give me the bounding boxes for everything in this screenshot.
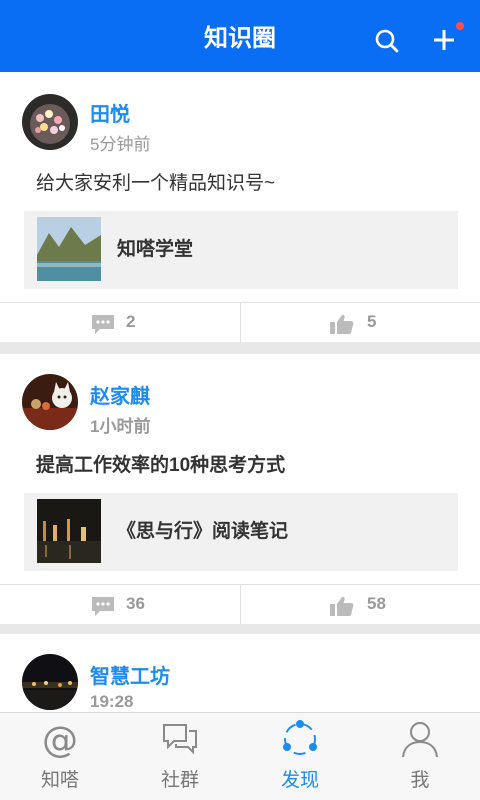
feed-list: 田悦 5分钟前 给大家安利一个精品知识号~ 知嗒学堂 2 5 赵家麒 1小时前 … (0, 72, 480, 712)
avatar[interactable] (22, 374, 78, 430)
shared-title: 知嗒学堂 (117, 239, 194, 260)
tab-label: 发现 (280, 770, 319, 791)
person-icon (402, 722, 438, 758)
like-count: 5 (367, 312, 377, 331)
thumbnail-image (37, 217, 101, 281)
at-icon: @ (42, 720, 78, 759)
post-card[interactable]: 田悦 5分钟前 给大家安利一个精品知识号~ 知嗒学堂 2 5 (0, 72, 480, 343)
shared-title: 《思与行》阅读笔记 (117, 521, 289, 542)
tab-discover[interactable]: 发现 (240, 713, 360, 800)
tab-me[interactable]: 我 (360, 713, 480, 800)
post-actions: 36 58 (0, 584, 480, 625)
chat-bubbles-icon (163, 724, 197, 755)
avatar[interactable] (22, 94, 78, 150)
post-card[interactable]: 智慧工坊 19:28 (0, 634, 480, 712)
page-title: 知识圈 (204, 25, 276, 52)
comment-button[interactable]: 2 (0, 303, 239, 343)
shared-item[interactable]: 《思与行》阅读笔记 (24, 493, 458, 571)
post-text: 提高工作效率的10种思考方式 (36, 455, 286, 476)
thumbs-up-icon (330, 596, 354, 616)
username[interactable]: 智慧工坊 (90, 660, 170, 689)
post-card[interactable]: 赵家麒 1小时前 提高工作效率的10种思考方式 《思与行》阅读笔记 36 58 (0, 354, 480, 625)
username[interactable]: 赵家麒 (90, 380, 150, 409)
comment-count: 2 (126, 312, 136, 331)
bottom-tab-bar: @ 知嗒 社群 发现 我 (0, 712, 480, 800)
comment-icon (92, 597, 114, 616)
shared-item[interactable]: 知嗒学堂 (24, 211, 458, 289)
tab-label: 社群 (160, 770, 199, 791)
comment-icon (92, 315, 114, 334)
thumbs-up-icon (330, 314, 354, 334)
post-actions: 2 5 (0, 302, 480, 343)
like-button[interactable]: 58 (240, 585, 479, 625)
tab-community[interactable]: 社群 (120, 713, 240, 800)
comment-count: 36 (126, 594, 145, 613)
tab-label: 我 (410, 770, 430, 791)
username[interactable]: 田悦 (90, 98, 130, 127)
post-time: 1小时前 (90, 417, 151, 436)
like-count: 58 (367, 594, 386, 613)
svg-text:@: @ (42, 720, 78, 759)
like-button[interactable]: 5 (240, 303, 479, 343)
notification-dot (456, 22, 464, 30)
avatar[interactable] (22, 654, 78, 710)
plus-icon[interactable] (430, 26, 458, 54)
search-icon[interactable] (374, 28, 400, 54)
discover-icon (283, 720, 317, 755)
tab-zhida[interactable]: @ 知嗒 (0, 713, 120, 800)
post-time: 19:28 (90, 692, 134, 711)
comment-button[interactable]: 36 (0, 585, 239, 625)
tab-label: 知嗒 (40, 770, 79, 791)
post-text: 给大家安利一个精品知识号~ (36, 173, 276, 194)
app-header: 知识圈 (0, 0, 480, 72)
post-time: 5分钟前 (90, 135, 151, 154)
thumbnail-image (37, 499, 101, 563)
